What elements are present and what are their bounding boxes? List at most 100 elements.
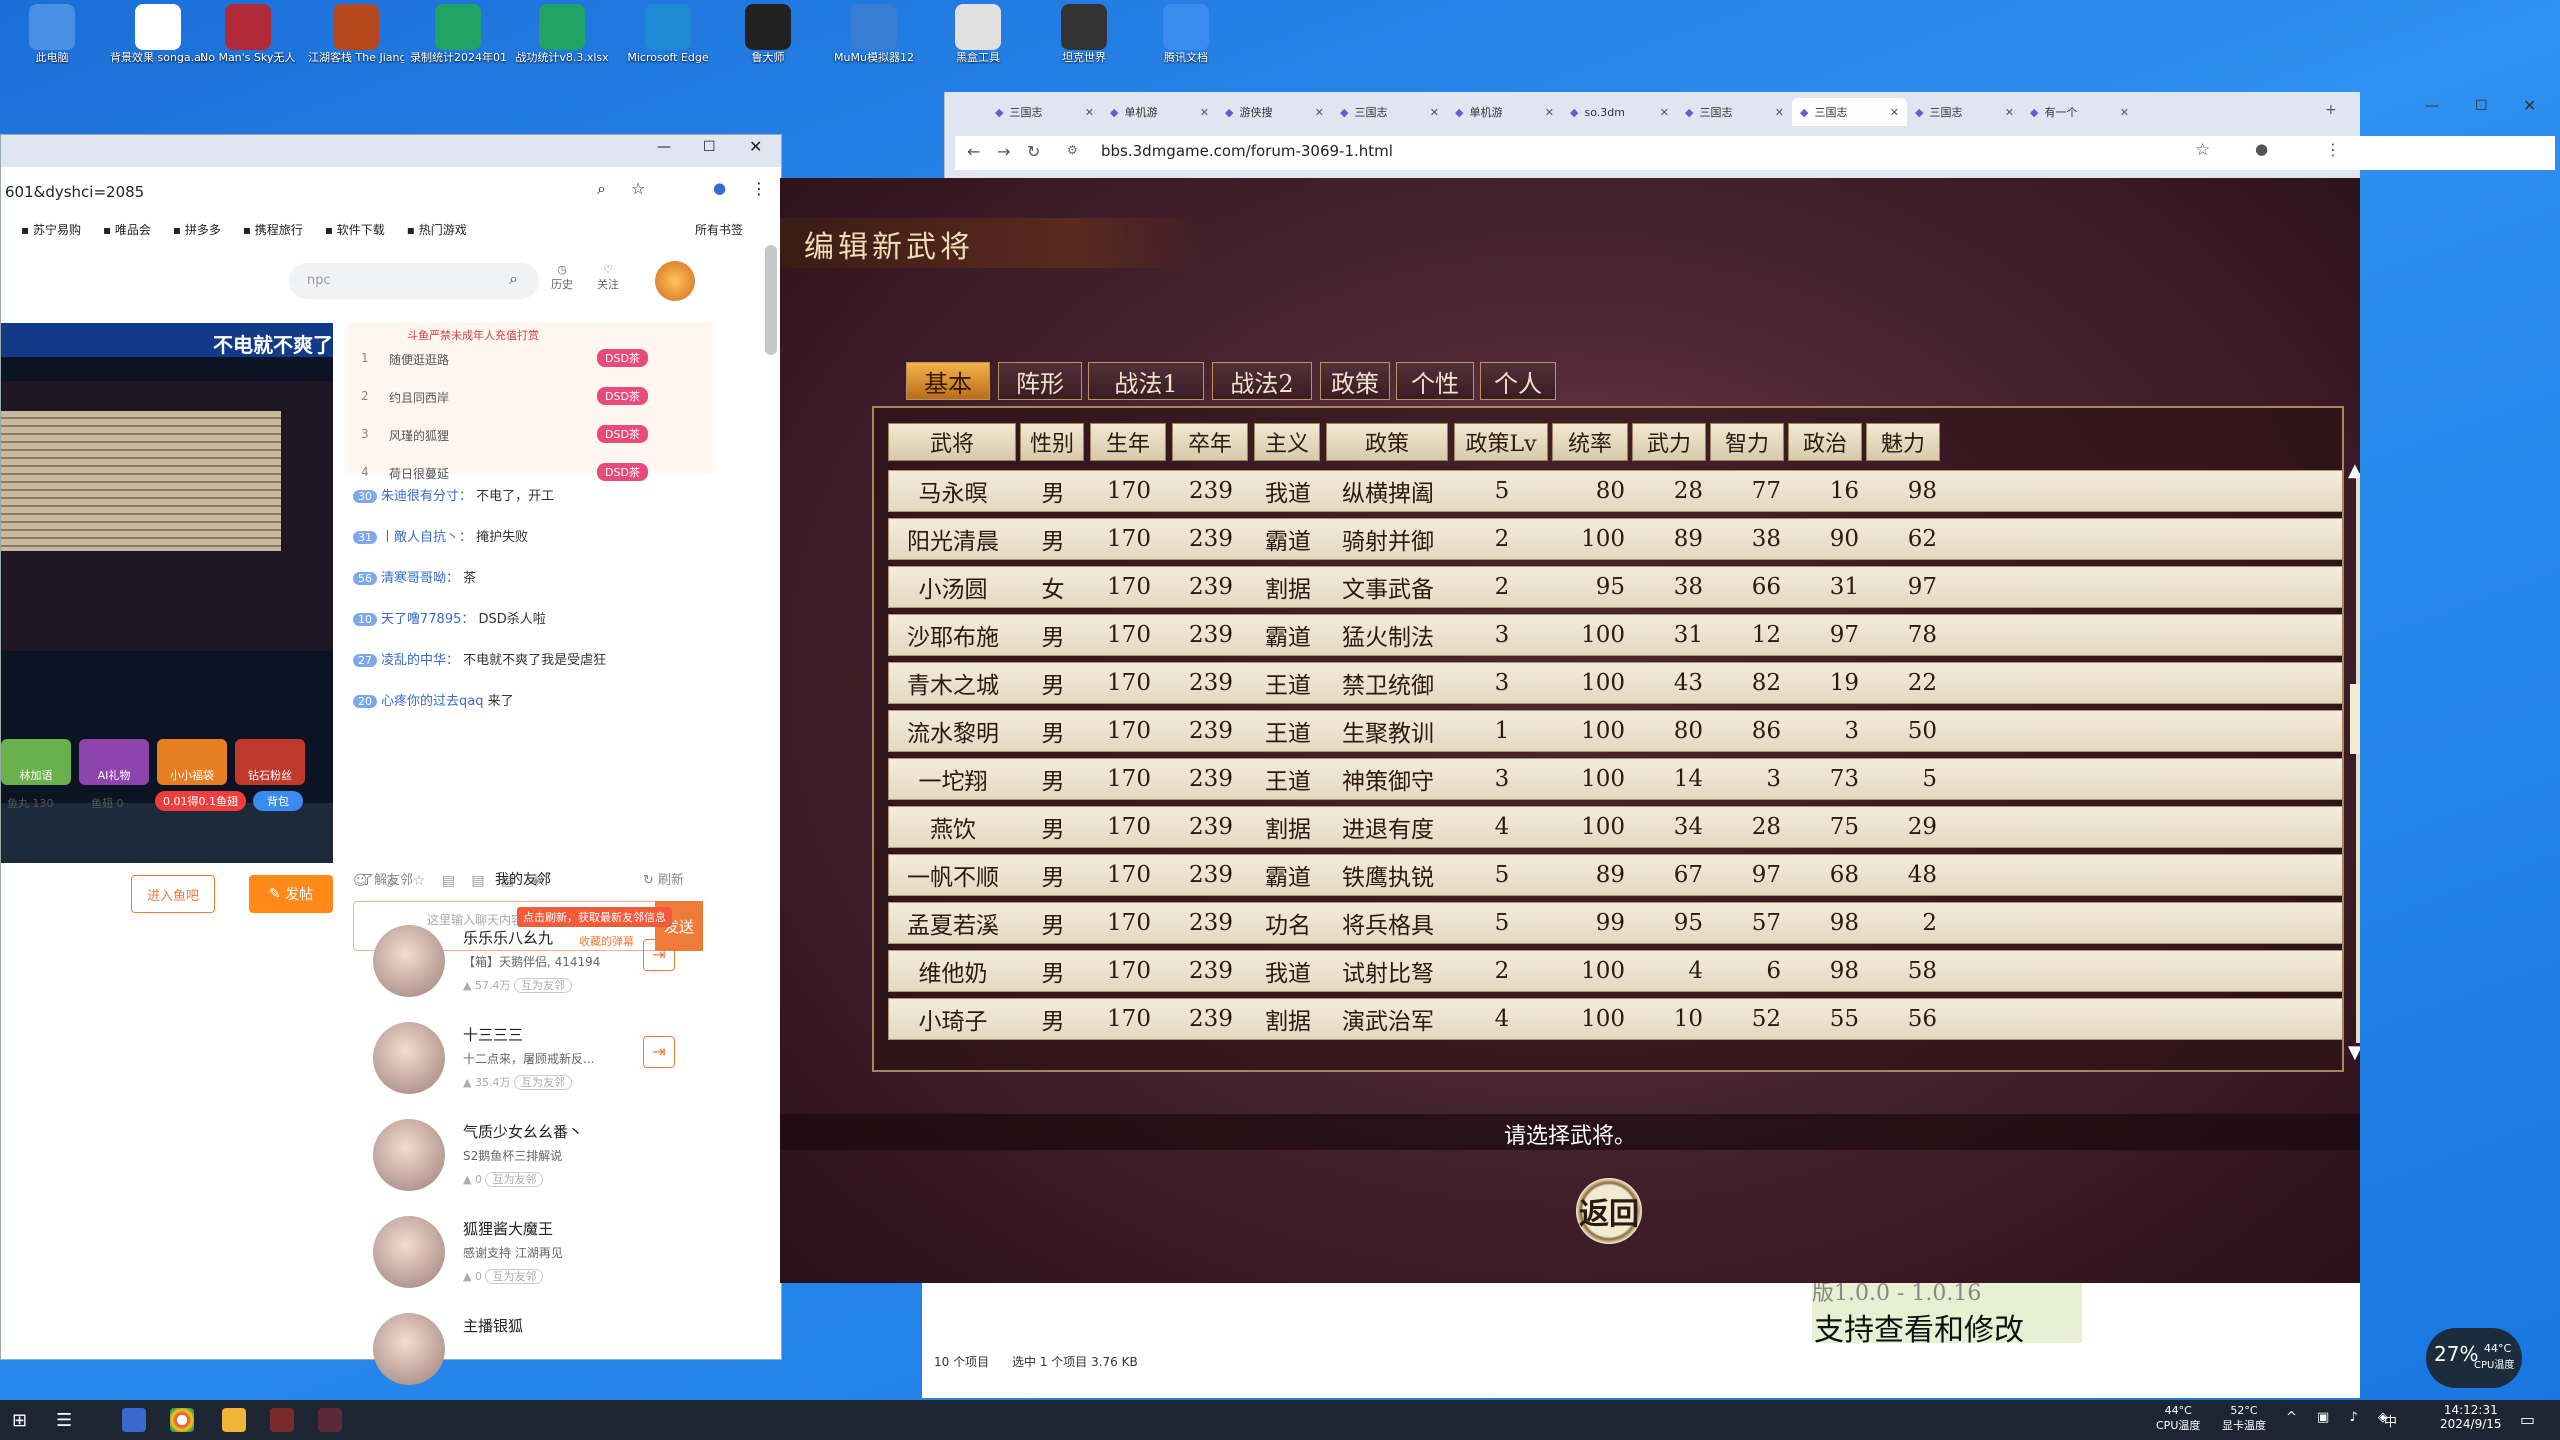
scrollbar[interactable] xyxy=(765,245,777,355)
chat-username[interactable]: 清寒哥哥呦： xyxy=(381,571,463,586)
chat-username[interactable]: 朱迪很有分寸： xyxy=(381,489,476,504)
desktop-icon[interactable]: No Man's Sky无人深空 xyxy=(200,4,296,74)
column-header[interactable]: 性别 xyxy=(1020,423,1084,461)
reload-icon[interactable]: ↻ xyxy=(1027,142,1040,161)
profile-icon[interactable]: ● xyxy=(2255,140,2268,158)
app-icon[interactable] xyxy=(122,1408,146,1432)
desktop-icon[interactable]: 鲁大师 xyxy=(720,4,816,74)
desktop-icon[interactable]: 背景效果 songa.autosave xyxy=(110,4,206,74)
chat-username[interactable]: 凌乱的中华： xyxy=(381,653,463,668)
browser-tab[interactable]: ◆ 三国志 ✕ xyxy=(1792,98,1907,126)
tab-close-icon[interactable]: ✕ xyxy=(2005,106,2014,119)
gift-item[interactable]: 钻石粉丝 xyxy=(235,739,305,785)
scroll-down-icon[interactable]: ▼ xyxy=(2348,1042,2360,1063)
tab-close-icon[interactable]: ✕ xyxy=(1085,106,1094,119)
minimize-icon[interactable]: — xyxy=(657,139,671,155)
column-header[interactable]: 统率 xyxy=(1552,423,1628,461)
bookmark-item[interactable]: ▪ 携程旅行 xyxy=(243,221,303,238)
close-icon[interactable]: ✕ xyxy=(749,137,762,156)
column-header[interactable]: 智力 xyxy=(1710,423,1784,461)
gift-item[interactable]: 小小福袋 xyxy=(157,739,227,785)
tab-close-icon[interactable]: ✕ xyxy=(1200,106,1209,119)
search-icon[interactable]: ⌕ xyxy=(509,269,518,289)
tray-icons[interactable]: ^ ▣ ♪ ◈ xyxy=(2286,1410,2396,1425)
table-row[interactable]: 一帆不顺 男 170 239 霸道 铁鹰执锐 5 89 67 97 68 48 xyxy=(888,854,2342,896)
browser-new-tab-icon[interactable]: + xyxy=(2325,102,2337,118)
folder-icon[interactable] xyxy=(222,1408,246,1432)
tab-close-icon[interactable]: ✕ xyxy=(1430,106,1439,119)
browser-tab[interactable]: ◆ 单机游 ✕ xyxy=(1102,98,1217,126)
browser-tab[interactable]: ◆ 三国志 ✕ xyxy=(1677,98,1792,126)
refresh-button[interactable]: ↻ 刷新 xyxy=(643,869,684,888)
table-row[interactable]: 孟夏若溪 男 170 239 功名 将兵格具 5 99 95 57 98 2 xyxy=(888,902,2342,944)
column-header[interactable]: 卒年 xyxy=(1172,423,1248,461)
menu-icon[interactable]: ⋮ xyxy=(2325,140,2341,159)
bookmark-item[interactable]: ▪ 软件下载 xyxy=(325,221,385,238)
maximize-icon[interactable]: ☐ xyxy=(703,139,716,155)
menu-icon[interactable]: ⋮ xyxy=(751,179,767,198)
table-row[interactable]: 流水黎明 男 170 239 王道 生聚教训 1 100 80 86 3 50 xyxy=(888,710,2342,752)
browser-tab[interactable]: ◆ 有一个 ✕ xyxy=(2022,98,2137,126)
zoom-icon[interactable]: ⌕ xyxy=(597,179,606,199)
column-header[interactable]: 政治 xyxy=(1788,423,1862,461)
address-bar[interactable]: bbs.3dmgame.com/forum-3069-1.html xyxy=(1101,142,1393,160)
search-input[interactable]: npc xyxy=(307,273,331,288)
column-header[interactable]: 魅力 xyxy=(1866,423,1940,461)
scroll-up-icon[interactable]: ▲ xyxy=(2348,460,2360,481)
chat-username[interactable]: 心疼你的过去qaq xyxy=(381,694,488,709)
gift-item[interactable]: AI礼物 xyxy=(79,739,149,785)
tab-7[interactable]: 个人 xyxy=(1480,362,1556,400)
table-row[interactable]: 阳光清晨 男 170 239 霸道 骑射并御 2 100 89 38 90 62 xyxy=(888,518,2342,560)
task-view-icon[interactable]: ☰ xyxy=(56,1410,72,1431)
column-header[interactable]: 政策 xyxy=(1326,423,1448,461)
column-header[interactable]: 生年 xyxy=(1090,423,1166,461)
close-icon[interactable]: ✕ xyxy=(2523,96,2536,115)
tab-close-icon[interactable]: ✕ xyxy=(2120,106,2129,119)
desktop-icon[interactable]: Microsoft Edge xyxy=(620,4,716,74)
ime-indicator[interactable]: 中 xyxy=(2384,1411,2397,1430)
table-row[interactable]: 维他奶 男 170 239 我道 试射比弩 2 100 4 6 98 58 xyxy=(888,950,2342,992)
browser-tab[interactable]: ◆ 单机游 ✕ xyxy=(1447,98,1562,126)
column-header[interactable]: 武力 xyxy=(1632,423,1706,461)
scroll-thumb[interactable] xyxy=(2350,684,2360,754)
table-row[interactable]: 燕饮 男 170 239 割据 进退有度 4 100 34 28 75 29 xyxy=(888,806,2342,848)
desktop-icon[interactable]: 腾讯文档 xyxy=(1138,4,1234,74)
bookmark-item[interactable]: ▪ 苏宁易购 xyxy=(21,221,81,238)
profile-icon[interactable]: ● xyxy=(713,179,726,197)
chat-username[interactable]: 天了噜77895： xyxy=(381,612,479,627)
history-button[interactable]: ◷ 历史 xyxy=(551,263,573,292)
bookmark-item[interactable]: ▪ 拼多多 xyxy=(173,221,221,238)
bookmark-star-icon[interactable]: ☆ xyxy=(631,179,645,198)
tab-close-icon[interactable]: ✕ xyxy=(1775,106,1784,119)
tab-1[interactable]: 基本 xyxy=(906,362,990,400)
browser-tab[interactable]: ◆ 三国志 ✕ xyxy=(987,98,1102,126)
avatar[interactable] xyxy=(655,261,695,301)
notification-icon[interactable]: ▭ xyxy=(2520,1410,2535,1429)
table-row[interactable]: 小琦子 男 170 239 割据 演武治军 4 100 10 52 55 56 xyxy=(888,998,2342,1040)
follow-button[interactable]: ♡ 关注 xyxy=(597,263,619,292)
game-icon[interactable] xyxy=(270,1408,294,1432)
bookmark-star-icon[interactable]: ☆ xyxy=(2195,140,2210,160)
maximize-icon[interactable]: ☐ xyxy=(2475,98,2488,114)
friends-tab-mine[interactable]: 我的友邻 xyxy=(495,869,551,889)
enter-fishbar-button[interactable]: 进入鱼吧 xyxy=(131,875,215,913)
bookmark-item[interactable]: ▪ 热门游戏 xyxy=(407,221,467,238)
desktop-icon[interactable]: 江湖客栈 The Jianghu xyxy=(308,4,404,74)
chat-username[interactable]: 丨敵人自抗丶： xyxy=(381,530,476,545)
friend-item[interactable]: 气质少女幺幺番丶 S2鹅鱼杯三排解说 ▲ 0 互为友邻 xyxy=(373,1117,713,1205)
browser-tab[interactable]: ◆ 三国志 ✕ xyxy=(1332,98,1447,126)
table-row[interactable]: 青木之城 男 170 239 王道 禁卫统御 3 100 43 82 19 22 xyxy=(888,662,2342,704)
browser-tab[interactable]: ◆ so.3dm ✕ xyxy=(1562,98,1677,126)
friend-item[interactable]: 乐乐乐八幺九 【箱】天鹅伴侣, 414194 ▲ 57.4万 互为友邻 ⇥ xyxy=(373,923,713,1011)
back-icon[interactable]: ← xyxy=(967,142,980,161)
post-button[interactable]: ✎ 发帖 xyxy=(249,875,333,913)
browser-tab[interactable]: ◆ 游侠搜 ✕ xyxy=(1217,98,1332,126)
chat-with-friend-icon[interactable]: ⇥ xyxy=(643,939,675,971)
address-bar[interactable]: 601&dyshci=2085 xyxy=(5,183,144,201)
tab-close-icon[interactable]: ✕ xyxy=(1890,106,1899,119)
return-button[interactable]: 返回 xyxy=(1576,1178,1642,1244)
desktop-icon[interactable]: MuMu模拟器12 xyxy=(826,4,922,74)
friend-item[interactable]: 狐狸酱大魔王 感谢支持 江湖再见 ▲ 0 互为友邻 xyxy=(373,1214,713,1302)
table-row[interactable]: 小汤圆 女 170 239 割据 文事武备 2 95 38 66 31 97 xyxy=(888,566,2342,608)
column-header[interactable]: 政策Lv xyxy=(1454,423,1548,461)
